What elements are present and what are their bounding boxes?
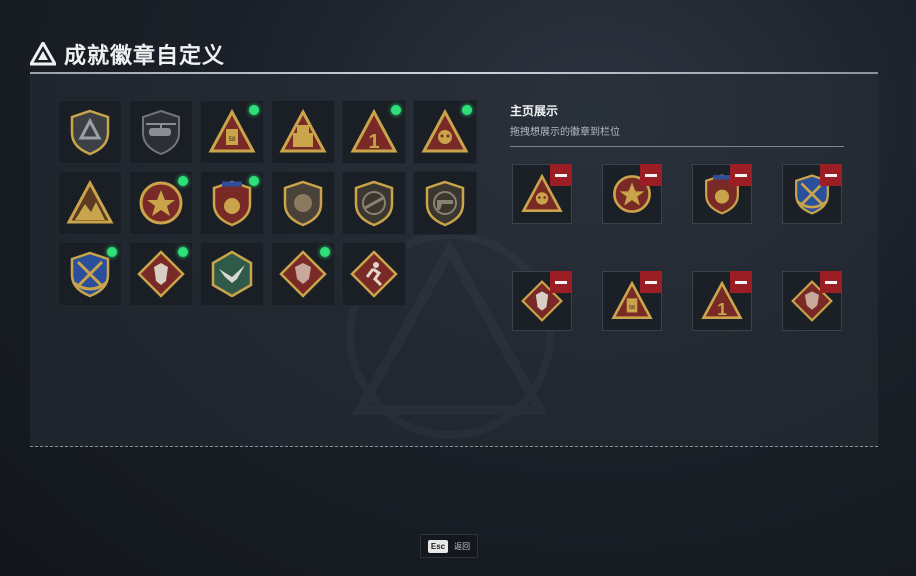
header: 成就徽章自定义 (30, 38, 225, 70)
owned-badge-slot[interactable]: 1 (342, 100, 406, 164)
owned-badge-slot[interactable] (200, 171, 264, 235)
minus-icon (735, 173, 747, 177)
minus-icon (825, 280, 837, 284)
showcase-slot[interactable] (782, 164, 842, 224)
skull-triangle-badge-icon (421, 108, 469, 153)
minus-icon (645, 280, 657, 284)
minus-icon (825, 173, 837, 177)
minus-icon (735, 280, 747, 284)
owned-badge-slot[interactable] (129, 242, 193, 306)
showcase-divider (510, 146, 844, 147)
showcase-slot[interactable]: 58 (602, 271, 662, 331)
rifle-shield-badge-icon (354, 180, 394, 227)
owned-badge-slot[interactable]: 58 (200, 100, 264, 164)
helicopter-badge-icon (142, 109, 180, 156)
new-indicator-dot (178, 176, 188, 186)
owned-badge-slot[interactable] (413, 171, 477, 235)
remove-badge-button[interactable] (730, 164, 752, 186)
eagle-hexagon-badge-icon (211, 250, 253, 298)
showcase-slot[interactable] (782, 271, 842, 331)
showcase-slot[interactable] (602, 164, 662, 224)
svg-text:1: 1 (717, 299, 727, 319)
showcase-title: 主页展示 (510, 104, 559, 118)
remove-badge-button[interactable] (820, 271, 842, 293)
showcase-slot[interactable] (692, 164, 752, 224)
owned-badge-slot[interactable] (200, 242, 264, 306)
mountain-triangle-badge-icon (66, 179, 114, 224)
back-button[interactable]: Esc 返回 (420, 534, 478, 558)
backpack-triangle-badge-icon: 58 (208, 108, 256, 153)
new-indicator-dot (320, 247, 330, 257)
crossed-rifles-shield-badge-icon (70, 251, 110, 298)
new-indicator-dot (249, 176, 259, 186)
owned-badge-slot[interactable] (58, 100, 122, 164)
showcase-slots: 58 1 (512, 164, 852, 334)
showcase-slot[interactable] (512, 164, 572, 224)
delta-logo-icon (30, 42, 56, 66)
esc-key: Esc (427, 539, 449, 553)
owned-badge-slot[interactable] (129, 100, 193, 164)
pistol-shield-badge-icon (425, 180, 465, 227)
back-label: 返回 (454, 541, 471, 551)
showcase-slot[interactable] (512, 271, 572, 331)
showcase-subtitle: 拖拽想展示的徽章到栏位 (510, 127, 620, 138)
new-indicator-dot (391, 105, 401, 115)
dragon-diamond-badge-icon (279, 250, 327, 298)
owned-badges-grid: 58 1 (58, 100, 477, 306)
owned-badge-slot[interactable] (342, 242, 406, 306)
minus-icon (555, 173, 567, 177)
owned-badge-slot[interactable] (58, 242, 122, 306)
remove-badge-button[interactable] (550, 164, 572, 186)
badge-panel: 58 1 主页展示 拖拽想展示的徽章到栏位 58 1 (30, 74, 878, 447)
owned-badge-slot[interactable] (271, 242, 335, 306)
remove-badge-button[interactable] (730, 271, 752, 293)
page-title: 成就徽章自定义 (64, 43, 226, 68)
minus-icon (555, 280, 567, 284)
remove-badge-button[interactable] (640, 164, 662, 186)
owned-badge-slot[interactable] (342, 171, 406, 235)
owned-badge-slot[interactable] (129, 171, 193, 235)
number-one-triangle-badge-icon: 1 (350, 108, 398, 153)
laurel-shield-badge-icon (212, 180, 252, 227)
delta-shield-badge-icon (70, 109, 110, 156)
new-indicator-dot (462, 105, 472, 115)
showcase-slot[interactable]: 1 (692, 271, 752, 331)
remove-badge-button[interactable] (550, 271, 572, 293)
star-medal-badge-icon (139, 181, 183, 225)
owned-badge-slot[interactable] (413, 100, 477, 164)
svg-text:58: 58 (629, 305, 635, 311)
new-indicator-dot (107, 247, 117, 257)
remove-badge-button[interactable] (640, 271, 662, 293)
minus-icon (645, 173, 657, 177)
lion-shield-badge-icon (283, 180, 323, 227)
wolf-diamond-badge-icon (137, 250, 185, 298)
remove-badge-button[interactable] (820, 164, 842, 186)
svg-text:1: 1 (368, 131, 379, 153)
owned-badge-slot[interactable] (271, 100, 335, 164)
svg-text:58: 58 (229, 137, 236, 143)
fortress-triangle-badge-icon (279, 108, 327, 153)
new-indicator-dot (178, 247, 188, 257)
owned-badge-slot[interactable] (271, 171, 335, 235)
owned-badge-slot[interactable] (58, 171, 122, 235)
showcase-header: 主页展示 拖拽想展示的徽章到栏位 (510, 102, 844, 147)
new-indicator-dot (249, 105, 259, 115)
runner-diamond-badge-icon (350, 250, 398, 298)
